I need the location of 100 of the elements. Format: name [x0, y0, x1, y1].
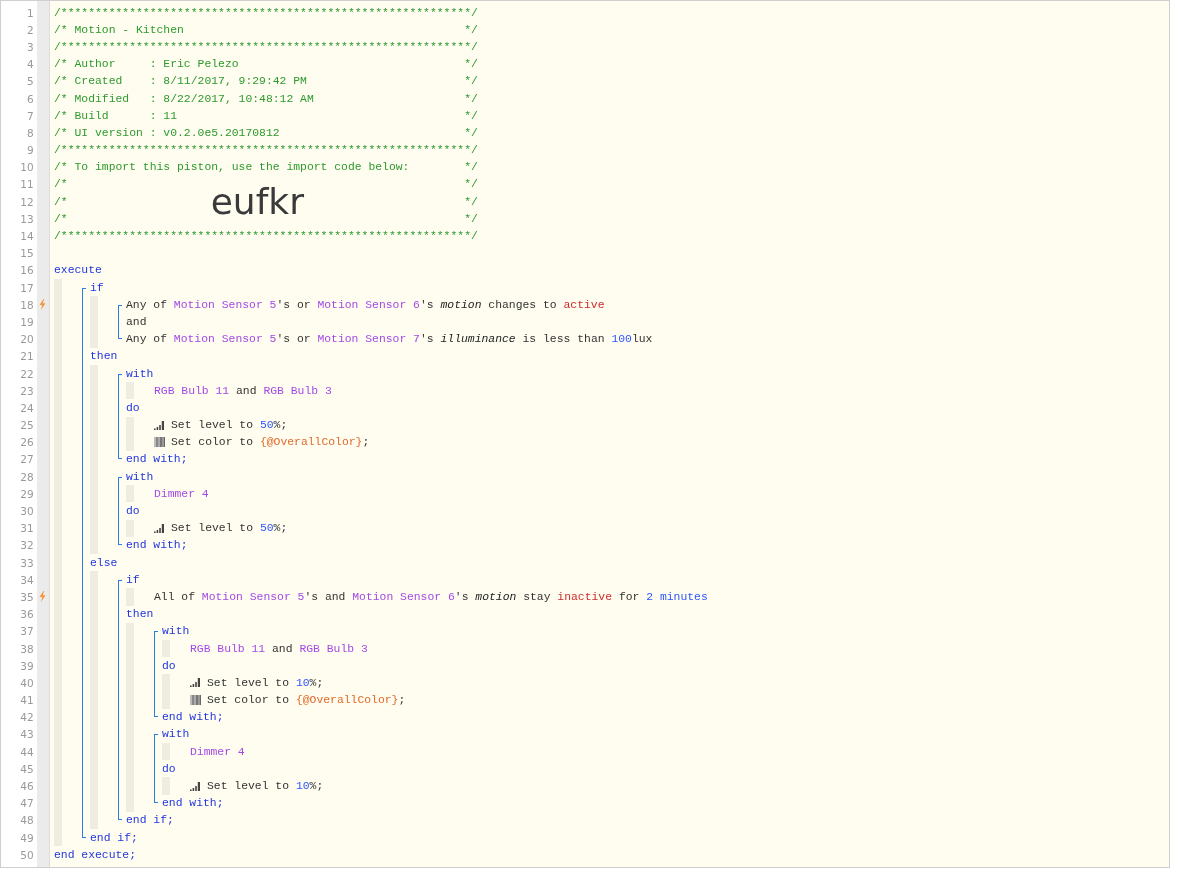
- line-number: 36: [19, 608, 34, 621]
- code-text: Set color to {@OverallColor};: [171, 436, 370, 449]
- line-number: 16: [19, 264, 34, 277]
- code-text: if: [126, 573, 140, 586]
- comment-end: */: [464, 126, 478, 139]
- code-text: end with;: [126, 453, 188, 466]
- comment-text: /* UI version : v0.2.0e5.20170812: [54, 126, 280, 139]
- line-number: 48: [19, 814, 34, 827]
- code-text: Dimmer 4: [154, 487, 209, 500]
- line-number: 35: [19, 590, 34, 603]
- comment-end: */: [464, 178, 478, 191]
- line-number: 37: [19, 625, 34, 638]
- code-text: with: [126, 470, 154, 483]
- line-number: 25: [19, 419, 34, 432]
- comment-text: /************************************************************/: [54, 230, 478, 243]
- code-text: end with;: [162, 711, 224, 724]
- code-text: end if;: [90, 831, 138, 844]
- code-text: end if;: [126, 814, 174, 827]
- line-number: 29: [19, 487, 34, 500]
- code-text: with: [162, 625, 190, 638]
- code-text: RGB Bulb 11 and RGB Bulb 3: [154, 384, 332, 397]
- code-text: Dimmer 4: [190, 745, 245, 758]
- code-text: Any of Motion Sensor 5's or Motion Sensor 7's illuminance is less than 100lux: [126, 333, 653, 346]
- comment-text: /* To import this piston, use the import code below:: [54, 161, 410, 174]
- line-number: 26: [19, 436, 34, 449]
- block-bracket: [154, 734, 158, 804]
- code-text: with: [126, 367, 154, 380]
- code-text: Set level to 50%;: [171, 522, 288, 535]
- code-text: do: [162, 659, 176, 672]
- line-number: 23: [19, 384, 34, 397]
- line-number: 19: [19, 315, 34, 328]
- line-number: 21: [19, 350, 34, 363]
- line-number: 17: [19, 281, 34, 294]
- line-number: 33: [19, 556, 34, 569]
- block-bracket: [118, 304, 122, 340]
- code-text: Set level to 10%;: [207, 676, 324, 689]
- comment-text: /* Created : 8/11/2017, 9:29:42 PM: [54, 75, 307, 88]
- line-number: 42: [19, 711, 34, 724]
- line-number: 11: [19, 178, 34, 191]
- line-number: 8: [25, 126, 34, 139]
- line-number: 1: [25, 6, 34, 19]
- line-number: 7: [25, 109, 34, 122]
- code-text: with: [162, 728, 190, 741]
- striped-square-icon: [154, 437, 165, 448]
- line-number: 24: [19, 401, 34, 414]
- comment-end: */: [464, 58, 478, 71]
- line-number: 4: [25, 58, 34, 71]
- code-text: end with;: [162, 797, 224, 810]
- comment-text: /************************************************************/: [54, 40, 478, 53]
- line-number: 38: [19, 642, 34, 655]
- line-number: 27: [19, 453, 34, 466]
- code-text: Set color to {@OverallColor};: [207, 694, 406, 707]
- code-text: else: [90, 556, 118, 569]
- comment-text: /************************************************************/: [54, 6, 478, 19]
- comment-end: */: [464, 195, 478, 208]
- comment-text: /* Author : Eric Pelezo: [54, 58, 239, 71]
- comment-text: /* Modified : 8/22/2017, 10:48:12 AM: [54, 92, 314, 105]
- line-number: 39: [19, 659, 34, 672]
- comment-end: */: [464, 161, 478, 174]
- line-number: 43: [19, 728, 34, 741]
- comment-text: /*: [54, 195, 68, 208]
- line-number: 31: [19, 522, 34, 535]
- import-code: eufkr: [210, 182, 305, 221]
- line-number: 44: [19, 745, 34, 758]
- signal-bars-icon: [154, 420, 165, 430]
- code-text: All of Motion Sensor 5's and Motion Sensor 6's motion stay inactive for 2 minutes: [154, 590, 708, 603]
- comment-end: */: [464, 92, 478, 105]
- code-text: Set level to 10%;: [207, 780, 324, 793]
- comment-end: */: [464, 75, 478, 88]
- code-text: Any of Motion Sensor 5's or Motion Sensor 6's motion changes to active: [126, 298, 605, 311]
- comment-text: /*: [54, 178, 68, 191]
- line-number: 50: [19, 848, 34, 861]
- line-number: 10: [19, 161, 34, 174]
- code-text: execute: [54, 264, 102, 277]
- striped-square-icon: [190, 695, 201, 706]
- code-text: and: [126, 315, 147, 328]
- comment-end: */: [464, 23, 478, 36]
- block-bracket: [118, 476, 122, 546]
- line-number: 22: [19, 367, 34, 380]
- comment-text: /* Build : 11: [54, 109, 178, 122]
- code-text: then: [90, 350, 118, 363]
- line-number: 15: [19, 247, 34, 260]
- line-number: 28: [19, 470, 34, 483]
- signal-bars-icon: [154, 523, 165, 533]
- line-number: 3: [25, 40, 34, 53]
- line-number: 5: [25, 75, 34, 88]
- line-number: 30: [19, 505, 34, 518]
- line-number: 32: [19, 539, 34, 552]
- line-number: 9: [25, 144, 34, 157]
- line-number: 41: [19, 694, 34, 707]
- code-text: Set level to 50%;: [171, 419, 288, 432]
- comment-text: /* Motion - Kitchen: [54, 23, 184, 36]
- code-text: RGB Bulb 11 and RGB Bulb 3: [190, 642, 368, 655]
- line-number: 49: [19, 831, 34, 844]
- code-text: end with;: [126, 539, 188, 552]
- signal-bars-icon: [190, 781, 201, 791]
- code-text: then: [126, 608, 154, 621]
- line-number: 34: [19, 573, 34, 586]
- line-number: 46: [19, 780, 34, 793]
- line-number: 47: [19, 797, 34, 810]
